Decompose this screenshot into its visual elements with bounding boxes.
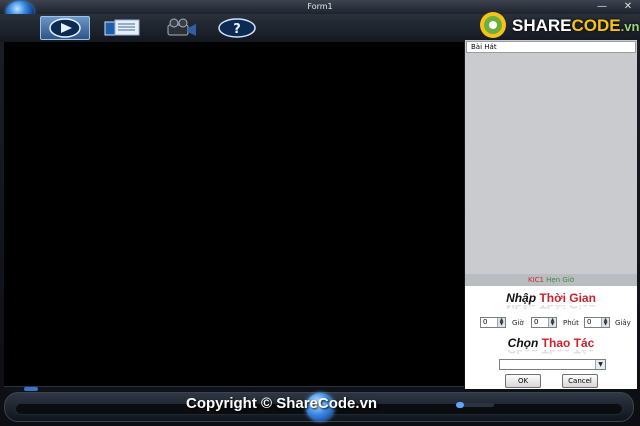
watermark-text: Copyright © ShareCode.vn <box>186 395 378 412</box>
ok-button[interactable]: OK <box>505 374 541 388</box>
play-media-button[interactable] <box>40 16 90 40</box>
minutes-stepper[interactable]: 0 ▲ ▼ <box>531 317 557 328</box>
seconds-value: 0 <box>587 318 592 326</box>
sharecode-logo-icon <box>480 12 506 38</box>
choose-action-heading-main: Thao Tác <box>541 336 595 350</box>
logo-text-code: CODE <box>571 16 621 35</box>
volume-slider[interactable] <box>456 402 494 408</box>
choose-action-reflection-main: Thao Tác <box>542 350 595 356</box>
playlist-icon <box>104 19 140 36</box>
logo-text-share: SHARE <box>512 16 572 35</box>
tab-kic1[interactable]: KIC1 <box>528 276 544 284</box>
chevron-down-icon[interactable]: ▼ <box>595 360 605 369</box>
video-camera-icon <box>167 18 196 36</box>
seek-bar[interactable] <box>4 386 464 391</box>
right-panel: Bài Hát KIC1 Hẹn Giờ Nhập Thời Gian Nhập… <box>465 40 637 389</box>
enter-time-reflection-main: Thời Gian <box>539 305 596 311</box>
seconds-label: Giây <box>615 319 631 327</box>
play-media-icon <box>49 18 81 38</box>
minutes-arrows-icon[interactable]: ▲ ▼ <box>548 318 556 327</box>
playlist-button[interactable] <box>98 16 148 40</box>
hours-label: Giờ <box>512 319 524 327</box>
choose-action-heading-reflection: Chọn Thao Tác <box>465 350 637 356</box>
media-player-window: Form1 — ✕ ? SHARECODE.vn Bài Hát KIC1 Hẹ… <box>0 0 640 426</box>
minutes-value: 0 <box>534 318 539 326</box>
enter-time-heading: Nhập Thời Gian <box>465 291 637 305</box>
hours-value: 0 <box>483 318 488 326</box>
logo-text-domain: .vn <box>620 19 640 34</box>
sharecode-logo: SHARECODE.vn <box>478 8 639 42</box>
alarm-tab-strip: KIC1 Hẹn Giờ <box>465 274 637 286</box>
seconds-arrows-icon[interactable]: ▲ ▼ <box>601 318 609 327</box>
playlist-listbox[interactable]: Bài Hát <box>465 40 637 274</box>
hours-stepper[interactable]: 0 ▲ ▼ <box>480 317 506 328</box>
choose-action-heading-prefix: Chọn <box>507 336 539 350</box>
choose-action-heading: Chọn Thao Tác <box>465 336 637 350</box>
help-icon: ? <box>218 18 256 38</box>
hours-arrows-icon[interactable]: ▲ ▼ <box>497 318 505 327</box>
video-display[interactable] <box>4 42 464 386</box>
cancel-button[interactable]: Cancel <box>562 374 598 388</box>
enter-time-heading-reflection: Nhập Thời Gian <box>465 305 637 311</box>
seconds-stepper[interactable]: 0 ▲ ▼ <box>584 317 610 328</box>
seek-thumb[interactable] <box>24 387 38 391</box>
action-select-value <box>500 369 502 377</box>
logo-text: SHARECODE.vn <box>512 16 639 36</box>
enter-time-heading-main: Thời Gian <box>539 291 596 305</box>
action-select[interactable]: ▼ <box>499 359 606 370</box>
timer-form: Nhập Thời Gian Nhập Thời Gian 0 ▲▼ Giờ 0… <box>465 286 637 389</box>
tab-hen-gio[interactable]: Hẹn Giờ <box>546 276 574 284</box>
minutes-label: Phút <box>563 319 579 327</box>
enter-time-reflection-prefix: Nhập <box>506 305 536 311</box>
svg-text:?: ? <box>233 22 241 37</box>
video-camera-button[interactable] <box>156 16 206 40</box>
playlist-header: Bài Hát <box>466 41 636 53</box>
volume-thumb[interactable] <box>456 402 464 408</box>
enter-time-heading-prefix: Nhập <box>506 291 537 305</box>
help-button[interactable]: ? <box>212 16 262 40</box>
choose-action-reflection-prefix: Chọn <box>508 350 539 356</box>
